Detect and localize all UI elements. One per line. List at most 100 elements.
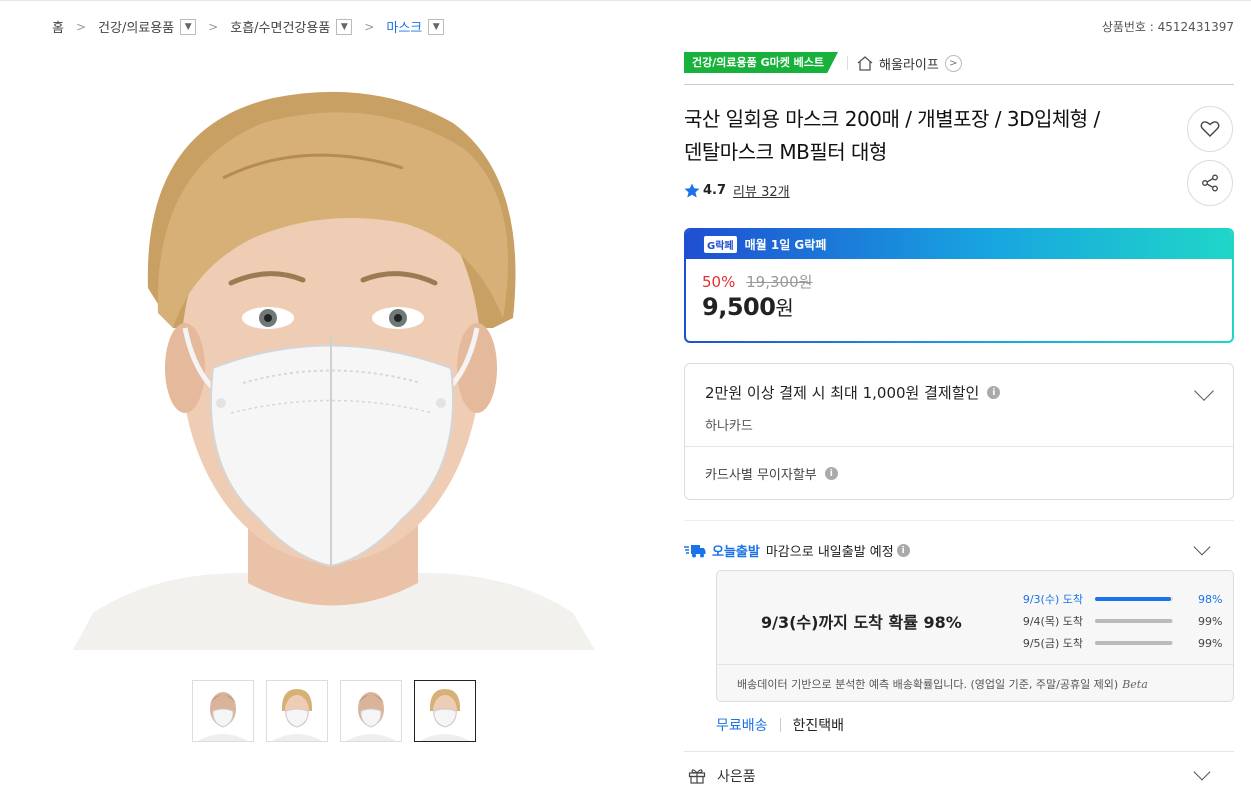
wishlist-button[interactable] <box>1187 106 1233 152</box>
woman-mask-illustration <box>73 68 595 650</box>
gift-row[interactable]: 사은품 <box>684 751 1234 799</box>
probability-percent: 99% <box>1198 636 1223 650</box>
probability-percent: 99% <box>1198 614 1223 628</box>
info-icon[interactable]: i <box>987 386 1001 399</box>
best-badge[interactable]: 건강/의료용품 G마켓 베스트 <box>684 52 839 73</box>
breadcrumb: 홈 > 건강/의료용품 ▼ > 호흡/수면건강용품 ▼ > 마스크 ▼ <box>52 17 445 36</box>
woman-mask-thumbnail <box>267 681 327 741</box>
divider <box>847 56 849 70</box>
product-title-line2: 덴탈마스크 MB필터 대형 <box>684 140 887 164</box>
probability-percent: 98% <box>1198 592 1223 606</box>
star-icon <box>684 183 700 198</box>
installment-row[interactable]: 카드사별 무이자할부 i <box>685 447 1233 500</box>
badge-row: 건강/의료용품 G마켓 베스트 해울라이프 > <box>684 52 1234 85</box>
gift-label: 사은품 <box>717 768 756 785</box>
event-label: 매월 1일 G락페 <box>744 238 827 252</box>
store-link[interactable]: 해울라이프 > <box>857 54 962 73</box>
probability-bar-fill <box>1095 641 1173 645</box>
today-ship-label: 오늘출발 <box>712 545 760 560</box>
chevron-down-icon[interactable] <box>1193 763 1211 781</box>
arrival-date: 9/4(목) 도착 <box>1022 615 1083 628</box>
card-benefit-box: 2만원 이상 결제 시 최대 1,000원 결제할인 i 하나카드 카드사별 무… <box>684 363 1234 500</box>
probability-note-text: 배송데이터 기반으로 분석한 예측 배송확률입니다. (영업일 기준, 주말/공… <box>737 678 1119 691</box>
breadcrumb-respiratory[interactable]: 호흡/수면건강용품 ▼ <box>230 17 353 36</box>
info-icon[interactable]: i <box>896 544 910 557</box>
store-name: 해울라이프 <box>879 58 939 73</box>
thumbnail-1[interactable] <box>192 680 254 742</box>
card-discount-title: 2만원 이상 결제 시 최대 1,000원 결제할인 i <box>705 382 1213 403</box>
gift-icon <box>688 768 706 784</box>
card-discount-section[interactable]: 2만원 이상 결제 시 최대 1,000원 결제할인 i 하나카드 <box>685 364 1233 447</box>
breadcrumb-home[interactable]: 홈 <box>52 17 64 36</box>
chevron-down-icon[interactable]: ▼ <box>336 18 353 35</box>
price-box: G락페 매월 1일 G락페 50% 19,300원 9,500원 <box>684 228 1234 343</box>
beta-label: Beta <box>1122 678 1148 691</box>
delivery-header[interactable]: 오늘출발 마감으로 내일출발 예정 i <box>684 538 1234 560</box>
man-mask-thumbnail <box>341 681 401 741</box>
probability-row: 9/4(목) 도착 99% <box>1007 610 1228 632</box>
chevron-down-icon[interactable]: ▼ <box>180 18 197 35</box>
probability-note: 배송데이터 기반으로 분석한 예측 배송확률입니다. (영업일 기준, 주말/공… <box>717 664 1233 703</box>
breadcrumb-label: 호흡/수면건강용품 <box>230 21 331 36</box>
discount-row: 50% 19,300원 <box>702 271 812 292</box>
thumbnail-3[interactable] <box>340 680 402 742</box>
divider <box>779 718 781 732</box>
arrival-probability-text: 9/3(수)까지 도착 확률 98% <box>761 613 962 632</box>
breadcrumb-mask[interactable]: 마스크 ▼ <box>386 17 445 36</box>
chevron-down-icon[interactable] <box>1193 538 1211 556</box>
heart-icon <box>1200 121 1220 137</box>
home-icon <box>857 56 873 71</box>
discount-rate: 50% <box>702 273 736 291</box>
probability-row: 9/5(금) 도착 99% <box>1007 632 1228 654</box>
delivery-probability-box: 9/3(수)까지 도착 확률 98% 9/3(수) 도착 98% 9/4(목) … <box>716 570 1234 702</box>
thumbnail-4[interactable] <box>414 680 476 742</box>
rating-score: 4.7 <box>703 183 727 198</box>
free-shipping-label: 무료배송 <box>716 718 768 734</box>
probability-bar <box>1095 641 1173 645</box>
delivery-section: 오늘출발 마감으로 내일출발 예정 i <box>684 520 1234 560</box>
share-button[interactable] <box>1187 160 1233 206</box>
chevron-right-icon: > <box>75 19 87 34</box>
arrival-date: 9/3(수) 도착 <box>1022 593 1083 606</box>
product-title: 국산 일회용 마스크 200매 / 개별포장 / 3D입체형 / 덴탈마스크 M… <box>684 103 1164 169</box>
probability-bar-fill <box>1095 619 1173 623</box>
chevron-right-icon: > <box>944 55 962 72</box>
probability-rows: 9/3(수) 도착 98% 9/4(목) 도착 99% 9/5(금) 도착 99… <box>1007 588 1228 654</box>
product-main-image <box>73 68 595 650</box>
chevron-down-icon[interactable]: ▼ <box>428 18 445 35</box>
probability-bar <box>1095 619 1173 623</box>
probability-bar-fill <box>1095 597 1172 601</box>
rating-row: 4.7 리뷰 32개 <box>684 181 790 200</box>
installment-text: 카드사별 무이자할부 <box>705 468 817 483</box>
thumbnail-list <box>192 680 476 742</box>
top-divider <box>0 0 1251 3</box>
currency-unit: 원 <box>775 296 794 320</box>
arrival-date: 9/5(금) 도착 <box>1022 637 1083 650</box>
review-count-link[interactable]: 리뷰 32개 <box>733 181 790 200</box>
final-price-value: 9,500 <box>702 293 776 321</box>
chevron-right-icon: > <box>208 19 219 34</box>
probability-bar <box>1095 597 1173 601</box>
breadcrumb-label: 건강/의료용품 <box>98 21 175 36</box>
chevron-right-icon: > <box>364 19 375 34</box>
shipping-row: 무료배송 한진택배 <box>716 715 844 735</box>
card-name: 하나카드 <box>705 419 753 434</box>
info-icon[interactable]: i <box>824 467 838 480</box>
final-price: 9,500원 <box>702 292 794 321</box>
event-banner: G락페 매월 1일 G락페 <box>686 230 1232 259</box>
woman-mask-thumbnail <box>415 681 475 741</box>
fast-delivery-icon <box>684 544 706 557</box>
carrier-name: 한진택배 <box>792 718 845 734</box>
original-price: 19,300원 <box>746 273 813 291</box>
breadcrumb-health[interactable]: 건강/의료용품 ▼ <box>98 17 197 36</box>
share-icon <box>1202 174 1218 192</box>
card-discount-text: 2만원 이상 결제 시 최대 1,000원 결제할인 <box>705 384 980 402</box>
product-number: 상품번호 : 4512431397 <box>1101 20 1234 34</box>
man-mask-thumbnail <box>193 681 253 741</box>
delivery-desc: 마감으로 내일출발 예정 <box>765 545 894 560</box>
thumbnail-2[interactable] <box>266 680 328 742</box>
product-title-line1: 국산 일회용 마스크 200매 / 개별포장 / 3D입체형 / <box>684 107 1100 131</box>
event-badge: G락페 <box>704 236 737 253</box>
probability-row: 9/3(수) 도착 98% <box>1007 588 1228 610</box>
breadcrumb-label: 마스크 <box>386 21 423 36</box>
